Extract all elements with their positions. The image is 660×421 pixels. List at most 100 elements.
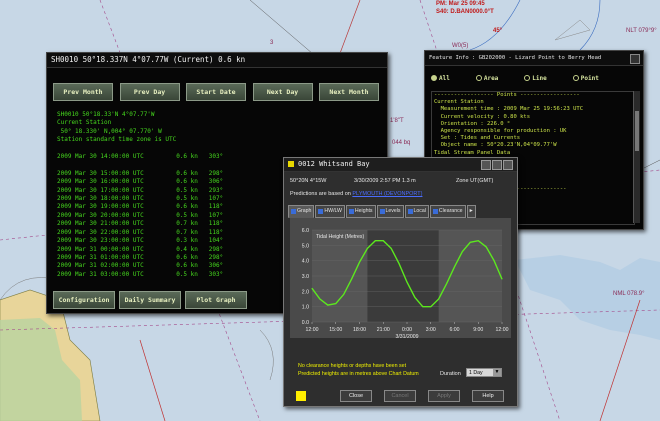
- x-tick-label: 12:00: [306, 327, 319, 333]
- tide-data-point: [438, 298, 440, 300]
- scrollbar-thumb[interactable]: [635, 111, 639, 151]
- predictions-port-link[interactable]: PLYMOUTH (DEVONPORT): [352, 191, 422, 197]
- tab-scroll-arrow[interactable]: ►: [466, 205, 476, 218]
- feature-info-line: Current velocity : 0.80 kts: [434, 113, 531, 120]
- prev-day-button[interactable]: Prev Day: [119, 83, 180, 101]
- tide-data-point: [485, 246, 487, 248]
- tab-heights[interactable]: Heights: [345, 205, 376, 218]
- tide-data-point: [422, 306, 424, 308]
- radio-area-label: Area: [483, 74, 499, 82]
- tab-clearance[interactable]: Clearance: [429, 205, 466, 218]
- feature-info-line: Object name : 50°20.23'N,04°09.77'W: [434, 142, 557, 149]
- y-tick-label: 2.0: [302, 289, 309, 295]
- tide-data-point: [343, 294, 345, 295]
- tide-data-point: [382, 240, 384, 242]
- tab-graph[interactable]: Graph: [288, 205, 315, 218]
- close-icon[interactable]: [503, 160, 513, 170]
- tide-data-point: [327, 304, 329, 306]
- minimize-icon[interactable]: [481, 160, 491, 170]
- y-tick-label: 0.0: [302, 320, 309, 326]
- duration-select[interactable]: 1 Day ▼: [466, 368, 502, 377]
- radio-dot-icon: [572, 75, 579, 81]
- tide-app-icon: [288, 161, 294, 167]
- x-tick-label: 18:00: [353, 327, 366, 333]
- help-button[interactable]: Help: [472, 390, 504, 402]
- y-tick-label: 6.0: [302, 228, 309, 234]
- chart-044bq-label: 044 bq: [392, 140, 411, 146]
- chart-nml-label: NML 078.9°: [613, 291, 645, 297]
- configuration-button[interactable]: Configuration: [53, 291, 115, 309]
- tide-data-point: [367, 248, 368, 249]
- current-output-line: SH0010 50°18.33'N 4°07.77'W: [57, 111, 155, 118]
- tide-window-footer: Close Cancel Apply Help: [284, 386, 517, 406]
- y-tick-label: 4.0: [302, 259, 309, 265]
- radio-area[interactable]: Area: [475, 74, 499, 82]
- radio-dot-icon: [431, 75, 437, 81]
- duration-label: Duration: [440, 371, 461, 377]
- radio-all[interactable]: All: [431, 75, 450, 82]
- radio-dot-icon: [475, 75, 482, 81]
- x-tick-label: 0:00: [402, 327, 412, 333]
- feature-info-scrollbar[interactable]: [633, 91, 640, 223]
- feature-info-line: ------------------ Points --------------…: [434, 92, 580, 98]
- tab-levels[interactable]: Levels: [376, 205, 404, 218]
- apply-button[interactable]: Apply: [428, 390, 460, 402]
- tide-window[interactable]: 0012 Whitsand Bay 50°20N 4°15W 3/30/2009…: [283, 157, 518, 407]
- tide-data-point: [374, 240, 376, 242]
- feature-info-line: Tidal Stream Panel Data: [434, 149, 511, 156]
- x-axis-label: 3/31/2009: [395, 334, 418, 338]
- tide-data-point: [335, 303, 337, 304]
- tab-heights-label: Heights: [354, 208, 373, 214]
- y-tick-label: 5.0: [302, 243, 309, 249]
- tide-graph[interactable]: 6.0 5.0 4.0 3.0 2.0 1.0 0.0 12:00 15:00 18:00 21:0…: [290, 218, 511, 340]
- station-zone: Zone UT(GMT): [456, 178, 494, 184]
- x-tick-label: 12:00: [496, 327, 509, 333]
- datum-note: Predicted heights are in metres above Ch…: [298, 371, 419, 377]
- tide-data-point: [311, 287, 313, 289]
- tab-clearance-label: Clearance: [438, 208, 463, 214]
- chart-wo-label: W0(5): [452, 43, 469, 49]
- prev-month-button[interactable]: Prev Month: [53, 83, 113, 101]
- chart-pm-time: PM: Mar 25 09:45: [436, 1, 485, 7]
- duration-value: 1 Day: [469, 370, 483, 376]
- plot-graph-button[interactable]: Plot Graph: [185, 291, 247, 309]
- radio-all-label: All: [439, 74, 450, 82]
- next-day-button[interactable]: Next Day: [252, 83, 313, 101]
- feature-info-line: Set : Tides and Currents: [434, 135, 521, 142]
- tide-data-point: [414, 297, 416, 298]
- hwlw-icon: [318, 209, 324, 214]
- current-window-title: SH0010 50°18.337N 4°07.77W (Current) 0.6…: [47, 53, 387, 68]
- radio-line[interactable]: Line: [524, 75, 547, 82]
- tide-graph-svg: 6.05.04.03.02.01.00.012:00 15:00 18:00 21:0…: [302, 228, 509, 340]
- close-button[interactable]: Close: [340, 390, 372, 402]
- predictions-prefix: Predictions are based on: [290, 191, 351, 197]
- tide-data-point: [454, 266, 455, 268]
- feature-filter-radios: All Area Line Point: [431, 71, 636, 85]
- tab-local[interactable]: Local: [404, 205, 429, 218]
- daily-summary-button[interactable]: Daily Summary: [119, 291, 181, 309]
- color-swatch-icon[interactable]: [296, 391, 306, 401]
- tide-data-point: [351, 278, 352, 280]
- feature-info-line: Orientation : 226.0 °: [434, 120, 511, 127]
- tab-hwlw[interactable]: HW/LW: [315, 205, 345, 218]
- radio-point[interactable]: Point: [572, 75, 599, 82]
- current-output-line: 50° 18.330' N,004° 07.770' W: [57, 127, 162, 135]
- cancel-button[interactable]: Cancel: [384, 390, 416, 402]
- current-output-line: Current Station: [57, 119, 112, 127]
- tab-hwlw-label: HW/LW: [324, 208, 342, 214]
- chart-s40-label: S40: D.BAN0000.0°T: [436, 9, 494, 15]
- tide-data-point: [501, 278, 503, 280]
- station-position: 50°20N 4°15W: [290, 178, 327, 184]
- next-month-button[interactable]: Next Month: [319, 83, 379, 101]
- current-nav-buttons: Prev Month Prev Day Start Date Next Day …: [53, 83, 379, 101]
- maximize-icon[interactable]: [492, 160, 502, 170]
- tide-data-point: [319, 298, 321, 300]
- start-date-button[interactable]: Start Date: [186, 83, 246, 101]
- chart-nlt-label: NLT 079°9°: [626, 28, 657, 34]
- current-output-line: Station standard time zone is UTC: [57, 136, 177, 144]
- feature-info-line: Agency responsible for production : UK: [434, 128, 567, 135]
- close-icon[interactable]: [630, 54, 640, 64]
- x-tick-label: 9:00: [473, 327, 483, 333]
- radio-dot-icon: [524, 75, 531, 81]
- chevron-down-icon: ▼: [493, 369, 501, 376]
